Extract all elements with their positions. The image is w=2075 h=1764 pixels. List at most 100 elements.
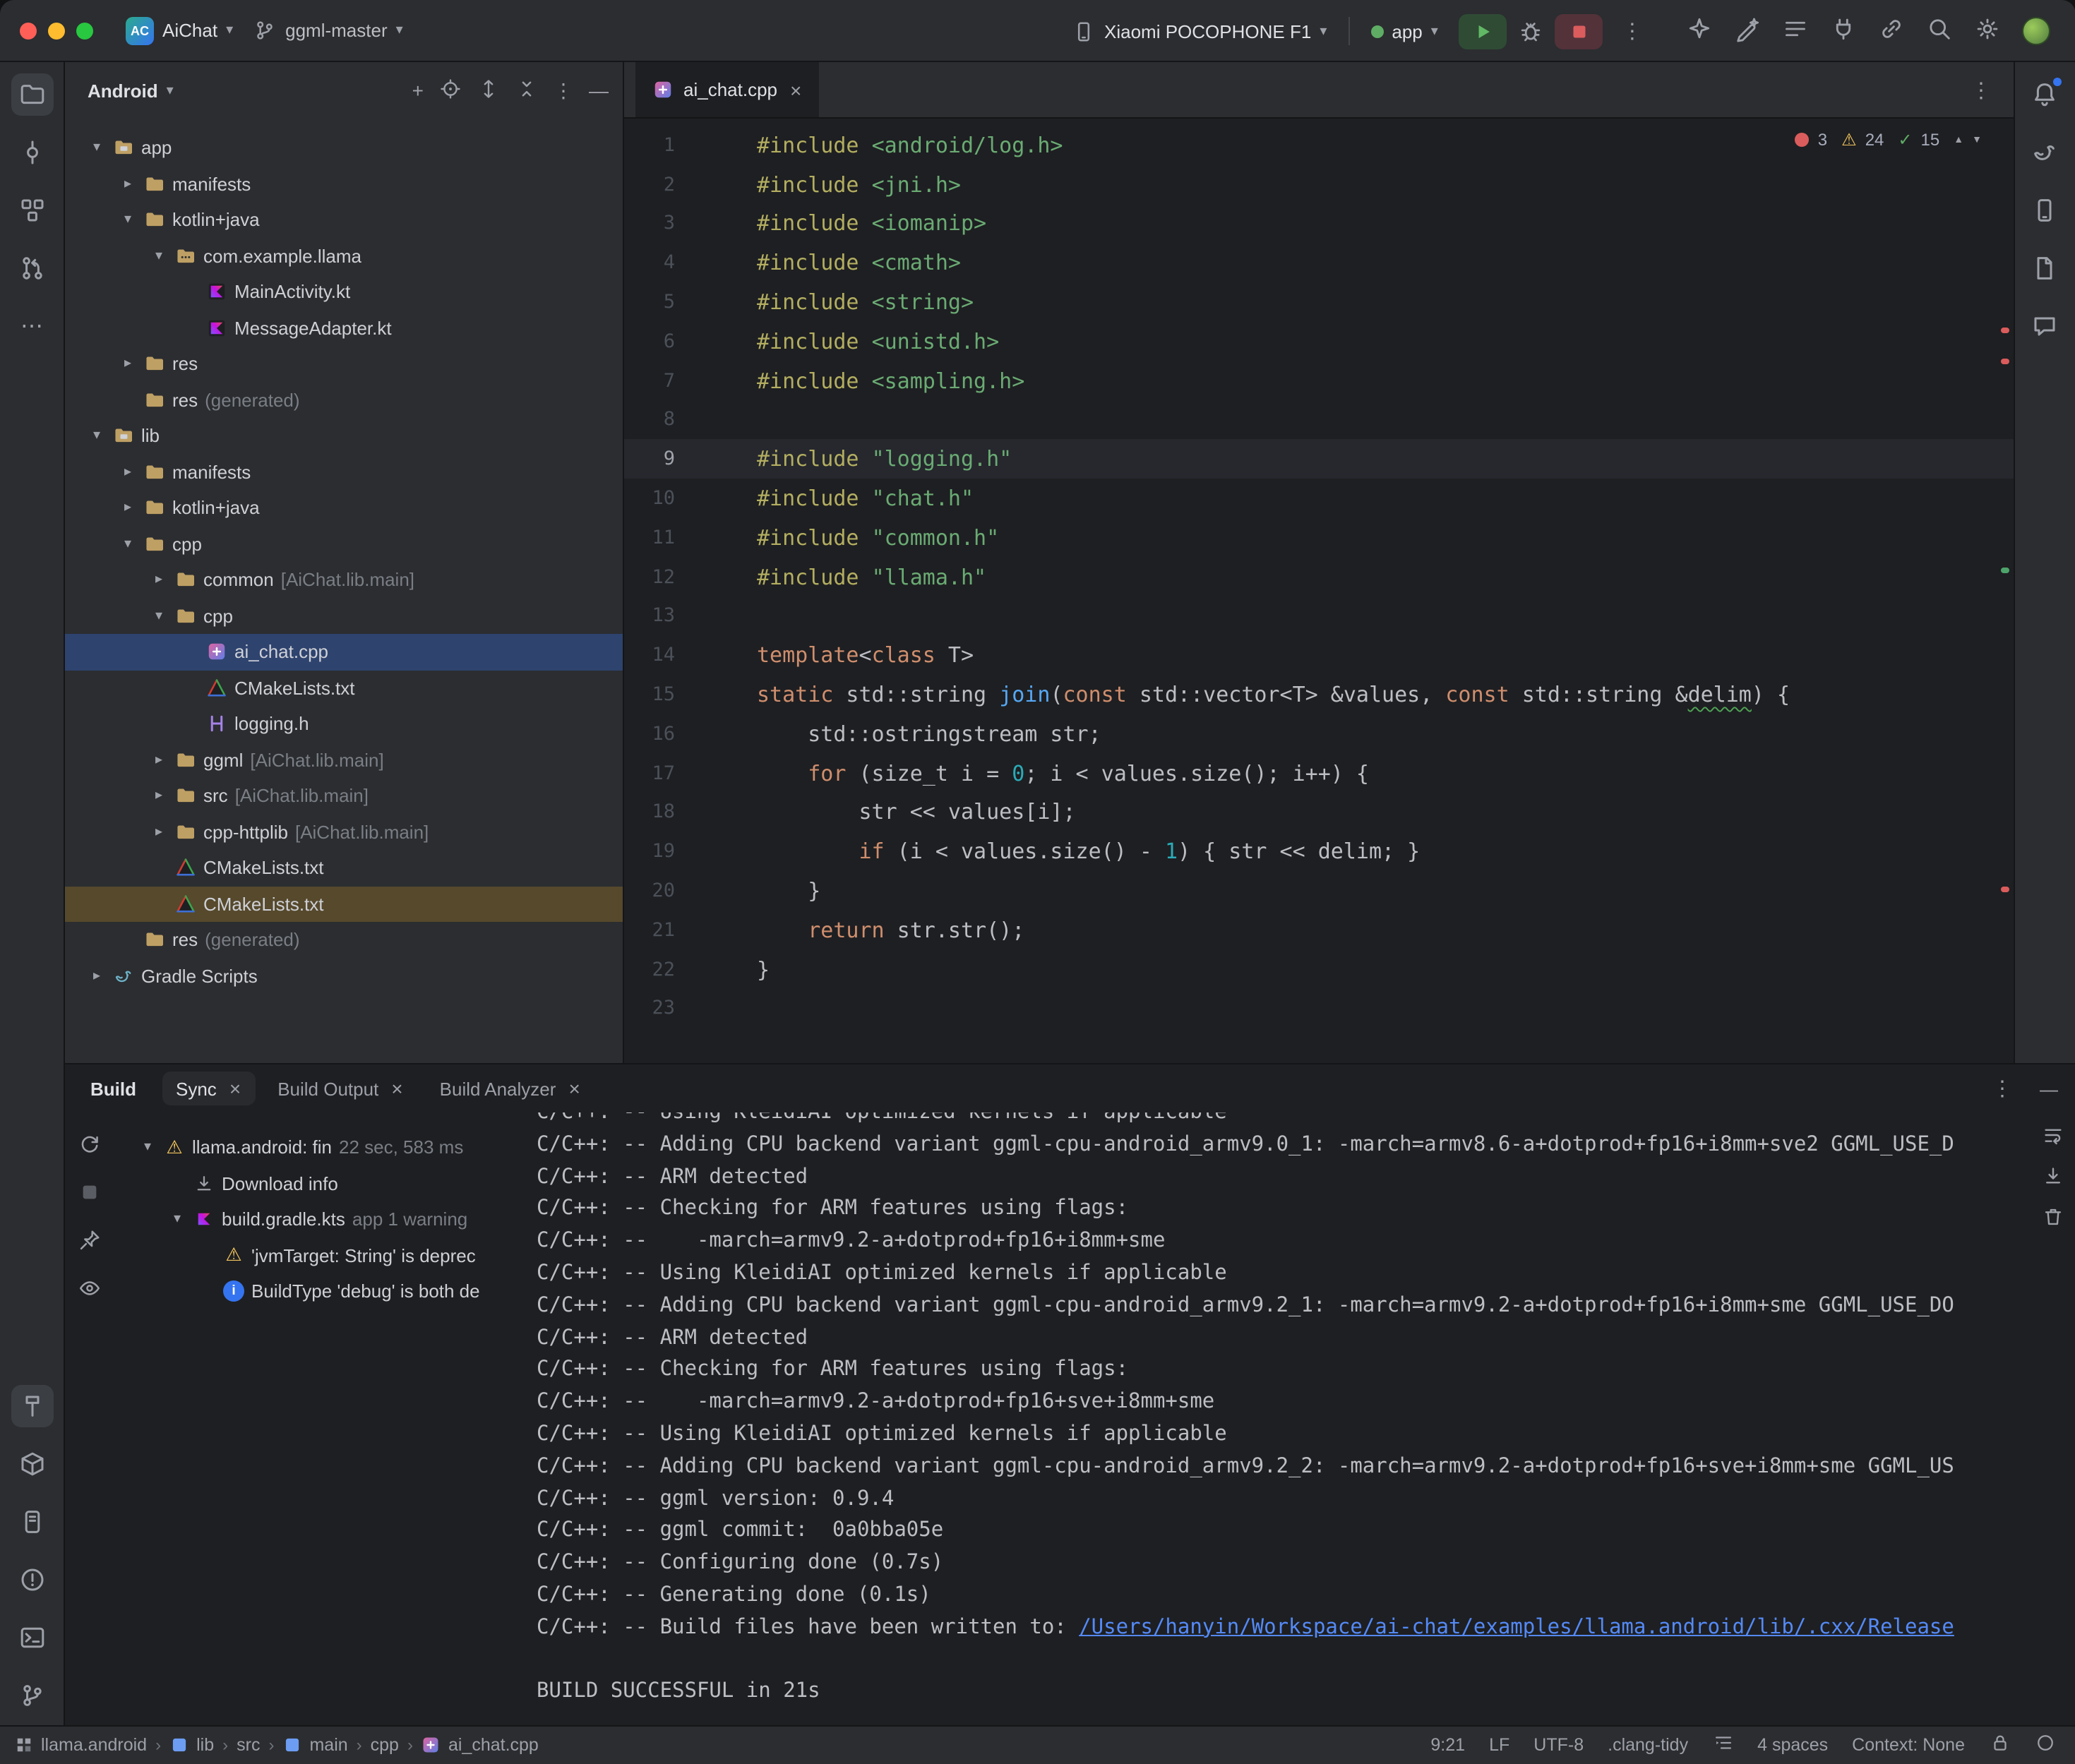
code-line-8[interactable]: 8 bbox=[624, 400, 2013, 440]
build-tool-window-title[interactable]: Build bbox=[90, 1078, 136, 1099]
code-analysis-widget[interactable]: .clang-tidy bbox=[1608, 1736, 1688, 1756]
tree-item-cmakelists-txt[interactable]: CMakeLists.txt bbox=[65, 850, 623, 886]
app-inspection-tool-button[interactable] bbox=[11, 1443, 53, 1485]
code-line-13[interactable]: 13 bbox=[624, 596, 2013, 636]
caret-position-widget[interactable]: 9:21 bbox=[1430, 1736, 1465, 1756]
chevron-right-icon[interactable]: ▸ bbox=[119, 500, 137, 516]
run-button[interactable] bbox=[1459, 13, 1507, 49]
build-tab-build-analyzer[interactable]: Build Analyzer× bbox=[426, 1072, 594, 1105]
stripe-mark[interactable] bbox=[2000, 887, 2009, 892]
code-line-14[interactable]: 14template<class T> bbox=[624, 636, 2013, 676]
chevron-right-icon[interactable]: ▸ bbox=[150, 572, 168, 588]
code-editor[interactable]: 1#include <android/log.h>2#include <jni.… bbox=[624, 119, 2013, 1063]
tree-item-res[interactable]: res(generated) bbox=[65, 382, 623, 418]
hide-build-panel-button[interactable]: — bbox=[2040, 1078, 2058, 1099]
editor-tab-ai-chat-cpp[interactable]: ai_chat.cpp × bbox=[635, 62, 818, 117]
code-line-16[interactable]: 16 std::ostringstream str; bbox=[624, 714, 2013, 754]
code-line-11[interactable]: 11#include "common.h" bbox=[624, 518, 2013, 558]
tree-item-src[interactable]: ▸src[AiChat.lib.main] bbox=[65, 778, 623, 814]
gradle-tool-button[interactable] bbox=[2023, 131, 2066, 174]
tree-item-com-example-llama[interactable]: ▾com.example.llama bbox=[65, 238, 623, 274]
editor-options-button[interactable]: ⋮ bbox=[1963, 77, 1999, 102]
tree-item-common[interactable]: ▸common[AiChat.lib.main] bbox=[65, 562, 623, 598]
problems-tool-button[interactable] bbox=[11, 1559, 53, 1601]
sync-refresh-button[interactable] bbox=[77, 1132, 101, 1160]
file-encoding-widget[interactable]: UTF-8 bbox=[1533, 1736, 1584, 1756]
tree-item-kotlin-java[interactable]: ▾kotlin+java bbox=[65, 202, 623, 238]
more-tool-windows-tool-button[interactable]: ⋯ bbox=[11, 305, 53, 347]
chevron-right-icon[interactable]: ▸ bbox=[119, 464, 137, 480]
code-line-5[interactable]: 5#include <string> bbox=[624, 282, 2013, 322]
code-line-22[interactable]: 22} bbox=[624, 949, 2013, 989]
chevron-down-icon[interactable]: ▾ bbox=[150, 248, 168, 264]
inspections-widget[interactable]: 3 ⚠ 24 ✓ 15 ▲ ▼ bbox=[1795, 130, 1982, 150]
commit-tool-button[interactable] bbox=[11, 131, 53, 174]
running-devices-tool-button[interactable] bbox=[2023, 247, 2066, 289]
show-details-button[interactable] bbox=[77, 1276, 101, 1304]
code-line-17[interactable]: 17 for (size_t i = 0; i < values.size();… bbox=[624, 754, 2013, 793]
ai-actions-button[interactable] bbox=[1685, 15, 1712, 46]
code-line-6[interactable]: 6#include <unistd.h> bbox=[624, 322, 2013, 361]
file-lock-icon[interactable] bbox=[1989, 1733, 2010, 1758]
chevron-right-icon[interactable]: ▸ bbox=[150, 788, 168, 804]
close-tab-button[interactable]: × bbox=[790, 78, 801, 101]
project-view-selector[interactable]: Android bbox=[88, 80, 158, 101]
tree-item-jvmtarget-string-is-deprec[interactable]: ⚠'jvmTarget: String' is deprec bbox=[113, 1237, 537, 1273]
code-line-3[interactable]: 3#include <iomanip> bbox=[624, 204, 2013, 244]
tree-item-cpp[interactable]: ▾cpp bbox=[65, 598, 623, 634]
chevron-right-icon[interactable]: ▸ bbox=[88, 968, 106, 984]
code-line-18[interactable]: 18 str << values[i]; bbox=[624, 793, 2013, 832]
close-window-button[interactable] bbox=[20, 22, 37, 39]
run-configuration-selector[interactable]: app ▾ bbox=[1361, 15, 1447, 47]
stripe-mark[interactable] bbox=[2000, 328, 2009, 333]
tree-item-cmakelists-txt[interactable]: CMakeLists.txt bbox=[65, 670, 623, 706]
code-line-12[interactable]: 12#include "llama.h" bbox=[624, 558, 2013, 597]
stop-button[interactable] bbox=[1555, 13, 1603, 49]
close-tab-button[interactable]: × bbox=[391, 1077, 402, 1100]
code-line-4[interactable]: 4#include <cmath> bbox=[624, 244, 2013, 283]
code-line-23[interactable]: 23 bbox=[624, 989, 2013, 1028]
close-tab-button[interactable]: × bbox=[229, 1077, 241, 1100]
soft-wrap-button[interactable] bbox=[2041, 1124, 2064, 1151]
clear-all-button[interactable] bbox=[2041, 1206, 2064, 1232]
tree-item-ggml[interactable]: ▸ggml[AiChat.lib.main] bbox=[65, 742, 623, 778]
add-button[interactable]: + bbox=[412, 79, 424, 102]
code-line-2[interactable]: 2#include <jni.h> bbox=[624, 165, 2013, 205]
tree-item-app[interactable]: ▾app bbox=[65, 130, 623, 166]
code-line-10[interactable]: 10#include "chat.h" bbox=[624, 479, 2013, 518]
build-console[interactable]: C/C++: -- Using KleidiAI optimized kerne… bbox=[537, 1112, 2019, 1725]
inspections-status-icon[interactable] bbox=[2034, 1733, 2055, 1758]
console-file-link[interactable]: /Users/hanyin/Workspace/ai-chat/examples… bbox=[1079, 1616, 1954, 1639]
tree-item-manifests[interactable]: ▸manifests bbox=[65, 454, 623, 490]
chevron-down-icon[interactable]: ▾ bbox=[88, 428, 106, 444]
tree-item-cpp[interactable]: ▾cpp bbox=[65, 526, 623, 562]
build-tool-button[interactable] bbox=[11, 1385, 53, 1427]
stripe-mark[interactable] bbox=[2000, 568, 2009, 573]
code-line-19[interactable]: 19 if (i < values.size() - 1) { str << d… bbox=[624, 832, 2013, 872]
chevron-down-icon[interactable]: ▾ bbox=[138, 1140, 157, 1156]
debug-button[interactable] bbox=[1519, 18, 1544, 44]
collapse-all-button[interactable] bbox=[515, 77, 538, 104]
plugins-button[interactable] bbox=[1829, 15, 1856, 46]
hide-panel-button[interactable]: — bbox=[589, 79, 609, 102]
breadcrumb-cpp[interactable]: cpp bbox=[371, 1736, 399, 1756]
indent-options-icon[interactable] bbox=[1712, 1733, 1733, 1758]
ai-edit-button[interactable] bbox=[1733, 15, 1760, 46]
chevron-down-icon[interactable]: ▾ bbox=[119, 536, 137, 552]
device-selector[interactable]: Xiaomi POCOPHONE F1 ▾ bbox=[1062, 13, 1337, 49]
chevron-right-icon[interactable]: ▸ bbox=[119, 176, 137, 192]
pull-requests-tool-button[interactable] bbox=[11, 247, 53, 289]
tree-item-kotlin-java[interactable]: ▸kotlin+java bbox=[65, 490, 623, 526]
view-options-button[interactable] bbox=[1781, 15, 1808, 46]
search-everywhere-button[interactable] bbox=[1925, 15, 1952, 46]
build-options-button[interactable]: ⋮ bbox=[1985, 1076, 2020, 1101]
breadcrumb-src[interactable]: src bbox=[237, 1736, 260, 1756]
build-tab-build-output[interactable]: Build Output× bbox=[263, 1072, 417, 1105]
minimize-window-button[interactable] bbox=[48, 22, 65, 39]
zoom-window-button[interactable] bbox=[76, 22, 93, 39]
ai-assistant-tool-button[interactable] bbox=[2023, 305, 2066, 347]
chevron-down-icon[interactable]: ▾ bbox=[119, 212, 137, 228]
tree-item-build-gradle-kts[interactable]: ▾build.gradle.ktsapp 1 warning bbox=[113, 1201, 537, 1237]
chevron-right-icon[interactable]: ▸ bbox=[119, 356, 137, 372]
chevron-down-icon[interactable]: ▾ bbox=[168, 1212, 186, 1228]
